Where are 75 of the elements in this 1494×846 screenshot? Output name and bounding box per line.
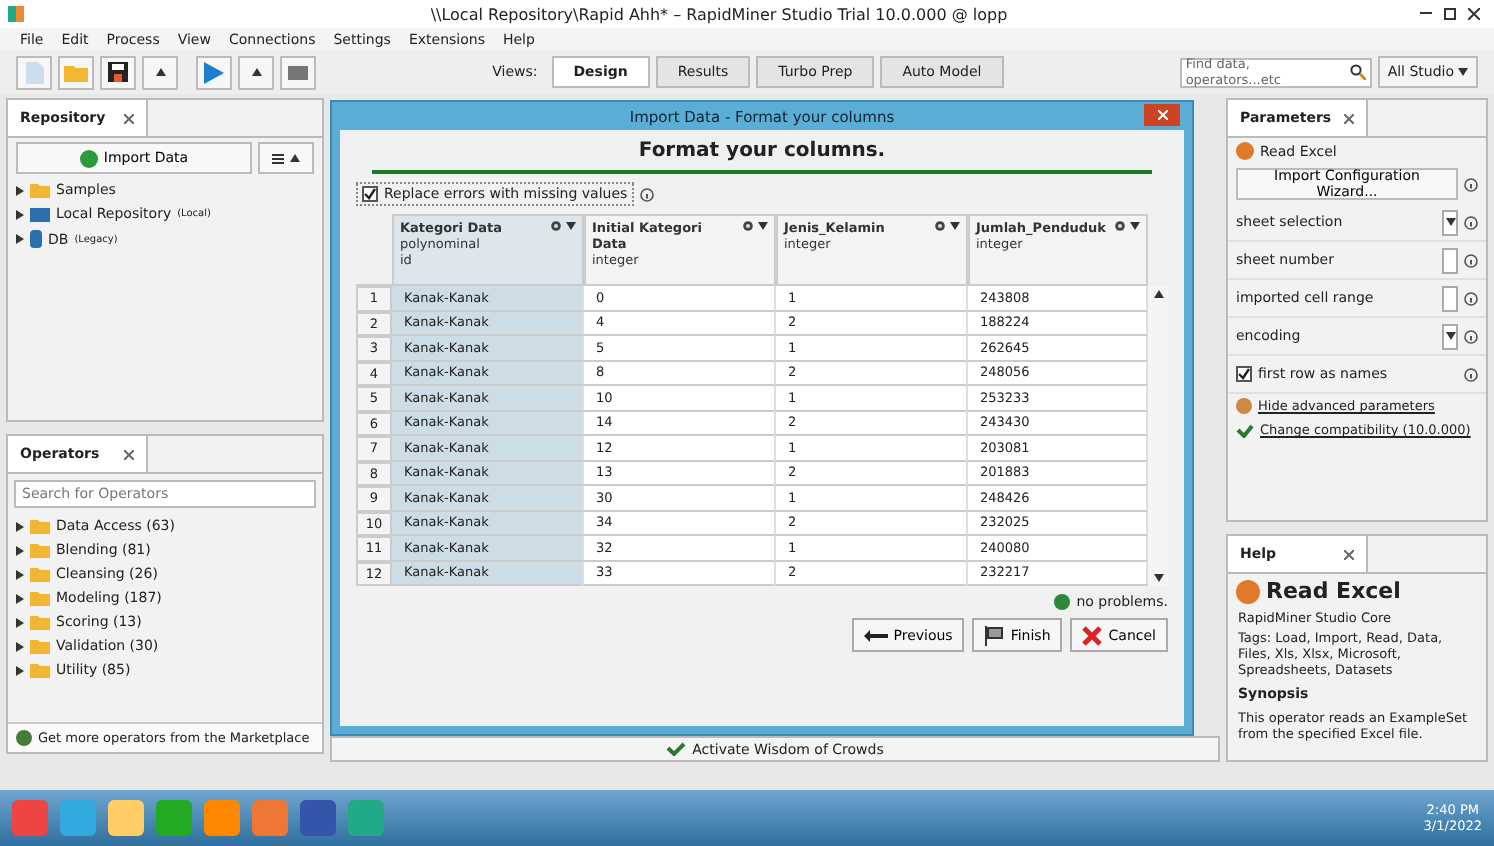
dropdown[interactable] [1442,323,1458,349]
caret-icon [950,222,960,230]
help-title: Read Excel [1266,578,1401,604]
caret-icon [1445,332,1455,340]
close-icon[interactable] [124,113,134,123]
caret-icon [16,209,24,219]
close-icon[interactable] [1344,549,1354,559]
database-icon [30,230,42,248]
save-button[interactable] [100,55,136,89]
check-icon [1236,423,1254,437]
caret-icon [1458,68,1469,76]
caret-icon [16,665,24,675]
caret-icon [758,222,768,230]
dropdown-button[interactable] [238,55,274,89]
caret-icon [251,68,261,76]
minimize-icon [1420,12,1432,16]
left-arrow-icon [863,629,888,641]
scrollbar[interactable] [1148,286,1168,586]
caret-icon [16,593,24,603]
close-icon[interactable] [124,449,134,459]
dropdown[interactable] [1442,209,1458,235]
close-icon[interactable] [1344,113,1354,123]
close-button[interactable] [1462,4,1486,24]
info-icon [1464,291,1478,305]
input-field[interactable] [1442,247,1458,273]
info-icon [1464,329,1478,343]
gear-icon[interactable] [934,220,946,232]
folder-icon [64,63,88,81]
dropdown-button[interactable] [142,55,178,89]
search-icon [1349,64,1366,80]
caret-icon [16,569,24,579]
maximize-icon [1444,8,1456,20]
cross-icon [1082,625,1103,645]
checkbox[interactable] [1236,366,1252,382]
caret-icon [290,154,300,162]
gear-icon[interactable] [742,220,754,232]
dialog-heading: Format your columns. [636,140,888,162]
caret-icon [16,641,24,651]
scroll-up-icon [1153,290,1163,298]
close-icon [1157,110,1167,120]
window-title: \\Local Repository\Rapid Ahh* – RapidMiner Studio Trial 10.0.000 @ lopp [428,5,1010,23]
check-icon [364,188,376,200]
caret-icon [1130,222,1140,230]
flag-icon [984,625,1005,645]
caret-icon [1445,218,1455,226]
menu-icon [272,153,284,163]
run-button[interactable] [196,55,232,89]
info-icon [1464,367,1478,381]
stop-icon [288,65,308,79]
file-icon [25,61,43,83]
caret-icon [16,617,24,627]
caret-icon [16,521,24,531]
gear-icon[interactable] [1114,220,1126,232]
play-icon [204,61,224,83]
caret-icon [16,185,24,195]
info-icon [1464,253,1478,267]
stop-button[interactable] [280,55,316,89]
caret-icon [16,545,24,555]
input-field[interactable] [1442,285,1458,311]
check-icon [1238,368,1250,380]
app-icon [8,6,24,22]
folder-icon [30,182,50,198]
menu-button[interactable] [258,142,314,174]
info-icon [1464,215,1478,229]
info-icon [1464,177,1478,191]
maximize-button[interactable] [1438,4,1462,24]
scroll-down-icon [1153,574,1163,582]
caret-icon [566,222,576,230]
info-icon [639,187,654,201]
gear-icon[interactable] [550,220,562,232]
caret-icon [16,234,24,244]
close-icon [1468,8,1480,20]
briefcase-icon [30,206,50,222]
caret-icon [155,68,165,76]
check-icon [666,742,687,756]
